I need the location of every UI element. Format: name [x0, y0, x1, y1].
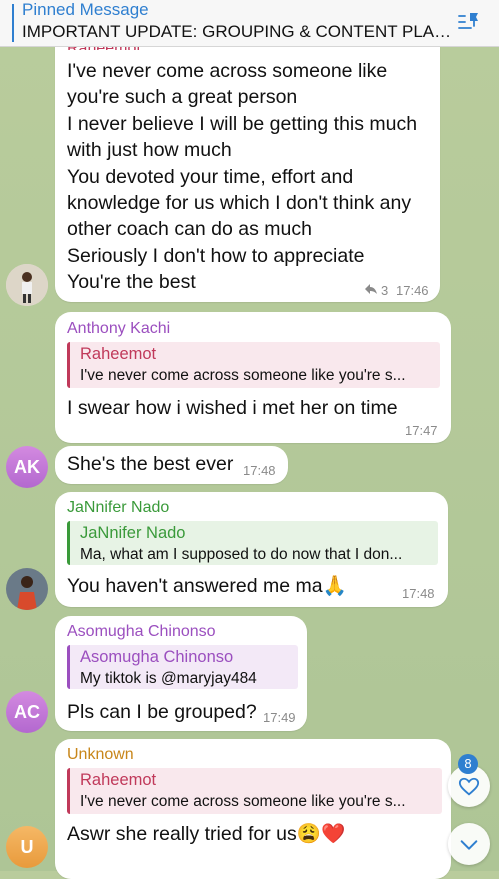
message-text: Pls can I be grouped? [67, 701, 257, 723]
pinned-message-bar[interactable]: Pinned Message IMPORTANT UPDATE: GROUPIN… [0, 0, 499, 47]
message-sender[interactable]: JaNnifer Nado [67, 499, 169, 517]
message-text: You haven't answered me ma🙏 [67, 575, 347, 597]
message-bubble-1[interactable]: Raheemot I've never come across someone … [55, 30, 440, 302]
message-time: 17:47 [405, 423, 438, 438]
reply-text: My tiktok is @maryjay484 [80, 670, 257, 687]
pinned-label: Pinned Message [22, 0, 149, 19]
message-body: I've never come across someone like you'… [67, 58, 417, 296]
message-bubble-2[interactable]: Anthony Kachi Raheemot I've never come a… [55, 312, 451, 443]
reply-preview[interactable]: Asomugha Chinonso My tiktok is @maryjay4… [67, 645, 298, 689]
pinned-text: IMPORTANT UPDATE: GROUPING & CONTENT PLA… [22, 22, 452, 41]
reply-preview[interactable]: JaNnifer Nado Ma, what am I supposed to … [67, 521, 438, 565]
message-sender[interactable]: Anthony Kachi [67, 320, 170, 338]
message-time: 17:48 [402, 586, 435, 601]
pinned-list-icon[interactable] [456, 10, 482, 36]
reply-name: JaNnifer Nado [80, 524, 186, 542]
avatar-photo-jannifer[interactable] [6, 568, 48, 610]
message-time: 17:46 [396, 283, 429, 298]
heart-icon [458, 777, 480, 796]
message-text: I swear how i wished i met her on time [67, 397, 398, 419]
reply-name: Asomugha Chinonso [80, 648, 234, 666]
reply-arrow-icon [365, 284, 377, 294]
scroll-down-button[interactable] [448, 823, 490, 865]
reply-text: I've never come across someone like you'… [80, 793, 406, 810]
message-text: Aswr she really tried for us😩❤️ [67, 823, 346, 845]
avatar-initials[interactable]: U [6, 826, 48, 868]
message-bubble-3[interactable]: She's the best ever 17:48 [55, 446, 288, 484]
message-sender[interactable]: Unknown [67, 746, 134, 764]
message-bubble-5[interactable]: Asomugha Chinonso Asomugha Chinonso My t… [55, 616, 307, 731]
message-sender[interactable]: Asomugha Chinonso [67, 623, 216, 641]
reply-text: I've never come across someone like you'… [80, 367, 406, 384]
message-line: I've never come across someone like [67, 60, 388, 82]
avatar-initials[interactable]: AC [6, 691, 48, 733]
message-time: 17:48 [243, 463, 276, 478]
reply-preview[interactable]: Raheemot I've never come across someone … [67, 342, 440, 388]
reply-name: Raheemot [80, 771, 157, 789]
message-line: knowledge for us which I don't think any [67, 192, 412, 215]
chevron-down-icon [460, 840, 478, 850]
message-line: Seriously I don't how to appreciate [67, 244, 365, 267]
message-line: other coach can do as much [67, 218, 312, 241]
reply-preview[interactable]: Raheemot I've never come across someone … [67, 768, 442, 814]
mentions-badge: 8 [458, 754, 478, 774]
reply-name: Raheemot [80, 345, 157, 363]
message-line: with just how much [67, 139, 232, 162]
message-line: I never believe I will be getting this m… [67, 112, 418, 135]
message-bubble-4[interactable]: JaNnifer Nado JaNnifer Nado Ma, what am … [55, 492, 448, 607]
message-line: you're such a great person [67, 86, 298, 109]
reply-text: Ma, what am I supposed to do now that I … [80, 546, 403, 563]
message-line: You devoted your time, effort and [67, 165, 354, 188]
message-time: 17:49 [263, 710, 296, 725]
pinned-indicator [12, 4, 14, 42]
avatar-initials[interactable]: AK [6, 446, 48, 488]
message-bubble-6[interactable]: Unknown Raheemot I've never come across … [55, 739, 451, 879]
message-text: She's the best ever [67, 453, 234, 475]
reply-count[interactable]: 3 [381, 283, 388, 298]
avatar-photo-raheemot[interactable] [6, 264, 48, 306]
